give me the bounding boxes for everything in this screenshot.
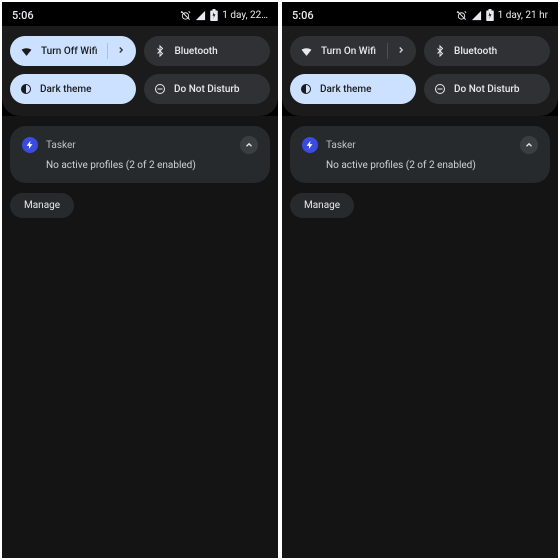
tile-dark-theme-label: Dark theme [320, 84, 406, 95]
tile-dark-theme[interactable]: Dark theme [290, 74, 416, 104]
status-icons: 1 day, 22… [180, 9, 268, 21]
tile-dnd[interactable]: Do Not Disturb [144, 74, 270, 104]
notification-card[interactable]: Tasker No active profiles (2 of 2 enable… [10, 126, 270, 183]
wifi-icon [300, 45, 313, 58]
notification-body: No active profiles (2 of 2 enabled) [22, 154, 258, 171]
signal-icon [195, 10, 206, 21]
tile-dark-theme[interactable]: Dark theme [10, 74, 136, 104]
phone-right: 5:06 1 day, 21 hr Turn On Wifi Bluetooth [282, 2, 558, 558]
tasker-app-icon [302, 137, 318, 153]
notification-body: No active profiles (2 of 2 enabled) [302, 154, 538, 171]
status-bar: 5:06 1 day, 22… [2, 2, 278, 26]
tile-bluetooth[interactable]: Bluetooth [424, 36, 550, 66]
notification-app-name: Tasker [326, 140, 512, 151]
notification-card[interactable]: Tasker No active profiles (2 of 2 enable… [290, 126, 550, 183]
tile-wifi-label: Turn On Wifi [321, 46, 377, 57]
tile-bluetooth-label: Bluetooth [174, 46, 260, 57]
tasker-app-icon [22, 137, 38, 153]
dark-theme-icon [20, 83, 32, 95]
notification-shade: Tasker No active profiles (2 of 2 enable… [282, 116, 558, 558]
manage-button[interactable]: Manage [10, 193, 74, 218]
notification-shade: Tasker No active profiles (2 of 2 enable… [2, 116, 278, 558]
collapse-button[interactable] [240, 136, 258, 154]
status-time: 5:06 [292, 9, 314, 22]
signal-icon [471, 10, 482, 21]
phone-left: 5:06 1 day, 22… Turn Off Wifi Bluetooth [2, 2, 278, 558]
dnd-icon [434, 83, 446, 95]
tile-dnd[interactable]: Do Not Disturb [424, 74, 550, 104]
chevron-right-icon[interactable] [396, 45, 406, 58]
status-bar: 5:06 1 day, 21 hr [282, 2, 558, 26]
collapse-button[interactable] [520, 136, 538, 154]
battery-text: 1 day, 21 hr [498, 10, 548, 21]
tile-dnd-label: Do Not Disturb [454, 84, 540, 95]
quick-settings-panel: Turn Off Wifi Bluetooth Dark theme Do No… [2, 26, 278, 116]
dnd-icon [154, 83, 166, 95]
tile-bluetooth[interactable]: Bluetooth [144, 36, 270, 66]
bluetooth-icon [154, 45, 166, 57]
manage-button[interactable]: Manage [290, 193, 354, 218]
battery-text: 1 day, 22… [222, 10, 268, 21]
tile-wifi[interactable]: Turn Off Wifi [10, 36, 136, 66]
tile-wifi-label: Turn Off Wifi [41, 46, 97, 57]
chevron-right-icon[interactable] [116, 45, 126, 58]
wifi-icon [20, 45, 33, 58]
alarm-off-icon [180, 10, 191, 21]
battery-icon [486, 9, 494, 21]
status-icons: 1 day, 21 hr [456, 9, 548, 21]
status-time: 5:06 [12, 9, 34, 22]
alarm-off-icon [456, 10, 467, 21]
dark-theme-icon [300, 83, 312, 95]
bluetooth-icon [434, 45, 446, 57]
tile-dark-theme-label: Dark theme [40, 84, 126, 95]
tile-bluetooth-label: Bluetooth [454, 46, 540, 57]
battery-icon [210, 9, 218, 21]
tile-wifi[interactable]: Turn On Wifi [290, 36, 416, 66]
quick-settings-panel: Turn On Wifi Bluetooth Dark theme Do Not… [282, 26, 558, 116]
tile-dnd-label: Do Not Disturb [174, 84, 260, 95]
notification-app-name: Tasker [46, 140, 232, 151]
